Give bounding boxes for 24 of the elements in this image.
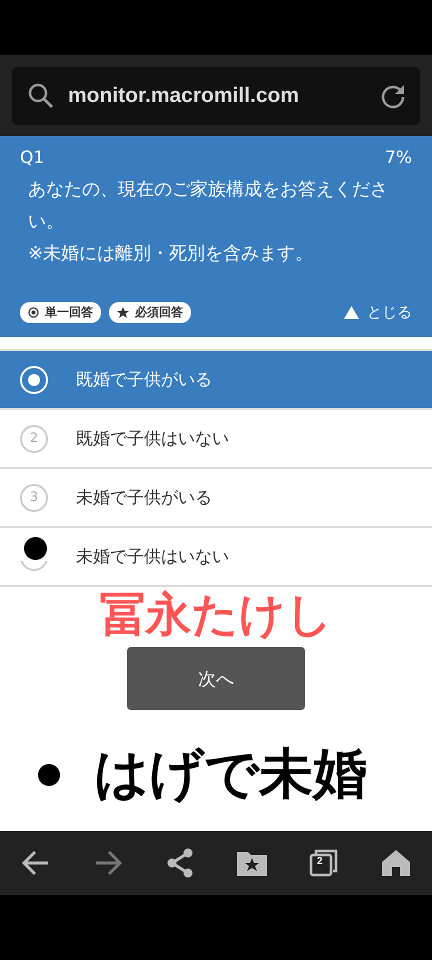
bullet-dot xyxy=(38,764,60,786)
option-label: 既婚で子供がいる xyxy=(76,369,212,391)
option-label: 未婚で子供はいない xyxy=(76,546,229,568)
url-text: monitor.macromill.com xyxy=(68,84,300,108)
question-text: あなたの、現在のご家族構成をお答えください。 xyxy=(28,178,388,234)
answer-tag: 単一回答 xyxy=(20,302,101,323)
next-button[interactable]: 次へ xyxy=(127,647,305,710)
question-number: Q1 xyxy=(20,148,44,168)
option-label: 既婚で子供はいない xyxy=(76,428,229,450)
tabs-button[interactable]: 2 xyxy=(304,843,344,883)
question-note: ※未婚には離別・死別を含みます。 xyxy=(28,242,314,266)
triangle-icon xyxy=(344,306,359,319)
search-icon xyxy=(28,82,54,108)
option-label: 未婚で子供がいる xyxy=(76,487,212,509)
collapse-link[interactable]: とじる xyxy=(344,303,412,322)
star-icon xyxy=(117,306,129,318)
progress-text: 7% xyxy=(385,148,412,168)
answer-tag: 必須回答 xyxy=(109,302,191,323)
answer-option[interactable]: 既婚で子供がいる xyxy=(0,351,432,410)
reload-icon[interactable] xyxy=(380,82,406,108)
address-bar[interactable]: monitor.macromill.com xyxy=(12,66,420,124)
overlay-note-text: はげで未婚 xyxy=(94,741,367,807)
radio-icon xyxy=(28,307,39,318)
overlay-name-text: 冨永たけし xyxy=(98,586,334,643)
